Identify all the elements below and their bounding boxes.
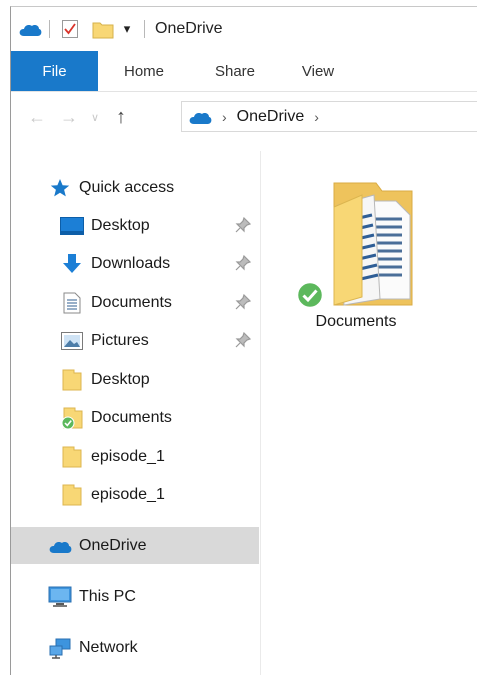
nav-onedrive[interactable]: OneDrive [11,527,259,564]
address-bar[interactable]: › OneDrive › [181,101,477,132]
desktop-icon [59,214,85,238]
navigation-pane: Quick access Desktop Downloads Documents… [11,151,261,675]
folder-icon [59,483,85,507]
tab-home[interactable]: Home [98,51,190,91]
nav-item-desktop-folder[interactable]: Desktop [11,361,259,398]
folder-item-documents[interactable]: Documents [291,177,421,330]
nav-label: episode_1 [91,485,165,503]
synced-folder-icon [59,406,85,430]
properties-icon[interactable] [58,15,82,43]
navigation-bar: ← → ∨ ↑ › OneDrive › [11,93,477,141]
nav-item-documents-synced[interactable]: Documents [11,399,259,436]
back-button[interactable]: ← [21,101,53,133]
nav-label: Network [79,638,138,656]
pin-icon[interactable] [235,293,252,310]
folder-icon [59,368,85,392]
pin-icon[interactable] [235,216,252,233]
star-icon [47,176,73,200]
sync-status-icon [296,281,324,309]
folder-with-documents-icon [296,177,416,309]
up-button[interactable]: ↑ [105,101,137,133]
nav-label: Downloads [91,254,171,272]
nav-item-documents-pinned[interactable]: Documents [11,284,259,321]
breadcrumb-onedrive[interactable]: OneDrive [237,108,305,126]
document-icon [59,291,85,315]
folder-label: Documents [315,313,397,330]
cloud-icon [47,534,73,558]
nav-label: episode_1 [91,447,165,465]
content-pane: Documents [263,151,477,675]
nav-item-downloads-pinned[interactable]: Downloads [11,245,259,282]
pin-icon[interactable] [235,331,252,348]
customize-quick-access-dropdown[interactable]: ▾ [118,15,136,43]
forward-button[interactable]: → [53,101,85,133]
tab-share[interactable]: Share [190,51,280,91]
title-bar: ▾ OneDrive [11,7,477,51]
folder-icon [59,445,85,469]
pin-icon[interactable] [235,254,252,271]
nav-label: This PC [79,587,136,605]
titlebar-separator-2 [144,20,145,38]
address-cloud-icon [188,109,212,125]
nav-label: Desktop [91,216,150,234]
pictures-icon [59,329,85,353]
ribbon-tabs: File Home Share View [11,51,477,92]
nav-label: Desktop [91,370,150,388]
breadcrumb-separator-end[interactable]: › [314,109,319,125]
onedrive-cloud-icon [11,15,49,43]
new-folder-icon[interactable] [88,15,118,43]
network-icon [47,636,73,660]
nav-quick-access[interactable]: Quick access [11,169,259,206]
tab-view[interactable]: View [280,51,356,91]
breadcrumb-separator[interactable]: › [222,109,227,125]
recent-locations-button[interactable]: ∨ [85,101,105,133]
nav-label: Documents [91,408,172,426]
window-title: OneDrive [155,20,223,37]
nav-item-desktop-pinned[interactable]: Desktop [11,207,259,244]
nav-label: Pictures [91,331,149,349]
nav-item-episode-1-b[interactable]: episode_1 [11,476,259,513]
nav-this-pc[interactable]: This PC [11,578,259,615]
explorer-window: ▾ OneDrive File Home Share View ← → ∨ ↑ … [10,6,477,675]
monitor-icon [47,585,73,609]
nav-label: OneDrive [79,536,147,554]
nav-network[interactable]: Network [11,629,259,666]
nav-label: Quick access [79,178,175,196]
nav-label: Documents [91,293,172,311]
tab-file[interactable]: File [11,51,98,91]
nav-item-pictures-pinned[interactable]: Pictures [11,322,259,359]
download-arrow-icon [59,252,85,276]
titlebar-separator [49,20,50,38]
nav-item-episode-1-a[interactable]: episode_1 [11,438,259,475]
